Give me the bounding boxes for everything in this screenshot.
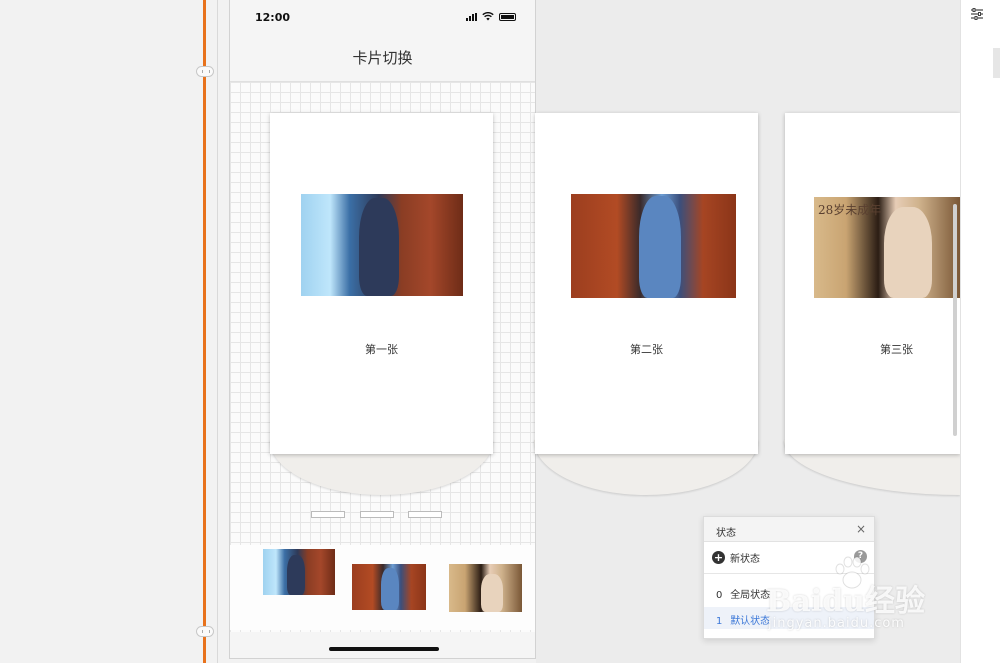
card-1-photo <box>301 194 463 296</box>
state-label: 默认状态 <box>730 616 771 627</box>
state-index: 0 <box>716 590 723 601</box>
state-label: 全局状态 <box>730 590 771 601</box>
home-indicator <box>329 647 439 651</box>
vertical-ruler-guide <box>203 0 206 663</box>
card-2-label: 第二张 <box>630 343 663 356</box>
state-divider <box>704 573 874 574</box>
pagination-dot-1[interactable] <box>311 511 345 518</box>
thumbnail-3[interactable] <box>449 564 522 612</box>
card-2[interactable]: 第二张 <box>535 113 758 454</box>
close-icon[interactable]: × <box>856 522 866 536</box>
card-1-label: 第一张 <box>365 343 398 356</box>
state-row-default[interactable]: 1 默认状态 <box>704 607 874 629</box>
state-panel-header: 状态 × <box>704 517 874 542</box>
status-time: 12:00 <box>255 11 291 24</box>
add-icon: + <box>712 551 725 564</box>
wifi-icon <box>482 12 494 21</box>
help-icon[interactable]: ? <box>854 550 867 563</box>
ruler-top-handle[interactable] <box>196 66 214 77</box>
right-toolbar <box>960 0 1000 663</box>
new-state-label: 新状态 <box>730 554 760 565</box>
ruler-bottom-handle[interactable] <box>196 626 214 637</box>
card-3[interactable]: 28岁未成年 第三张 <box>785 113 960 454</box>
status-icons <box>466 12 516 21</box>
nav-divider <box>230 81 535 82</box>
state-panel-title: 状态 <box>716 528 736 539</box>
new-state-button[interactable]: + 新状态 <box>712 550 760 565</box>
pagination-dot-2[interactable] <box>360 511 394 518</box>
state-panel: 状态 × + 新状态 ? 0 全局状态 1 默认状态 <box>703 516 875 639</box>
card-3-photo: 28岁未成年 <box>814 197 960 298</box>
state-row-global[interactable]: 0 全局状态 <box>704 581 874 603</box>
settings-sliders-icon[interactable] <box>970 7 984 21</box>
state-index: 1 <box>716 616 723 627</box>
pagination-dot-3[interactable] <box>408 511 442 518</box>
battery-icon <box>499 12 516 21</box>
right-panel-scrollbar[interactable] <box>993 48 1000 78</box>
thumbnail-1[interactable] <box>263 549 335 595</box>
card-2-photo <box>571 194 736 298</box>
card-1[interactable]: 第一张 <box>270 113 493 454</box>
thumbnail-strip <box>230 545 535 630</box>
page-title: 卡片切换 <box>352 49 413 67</box>
canvas-edge-line <box>217 0 218 663</box>
canvas-vertical-scrollbar[interactable] <box>953 204 957 436</box>
card-3-photo-overlay: 28岁未成年 <box>818 203 882 217</box>
signal-icon <box>466 12 477 21</box>
thumbnail-2[interactable] <box>352 564 426 610</box>
